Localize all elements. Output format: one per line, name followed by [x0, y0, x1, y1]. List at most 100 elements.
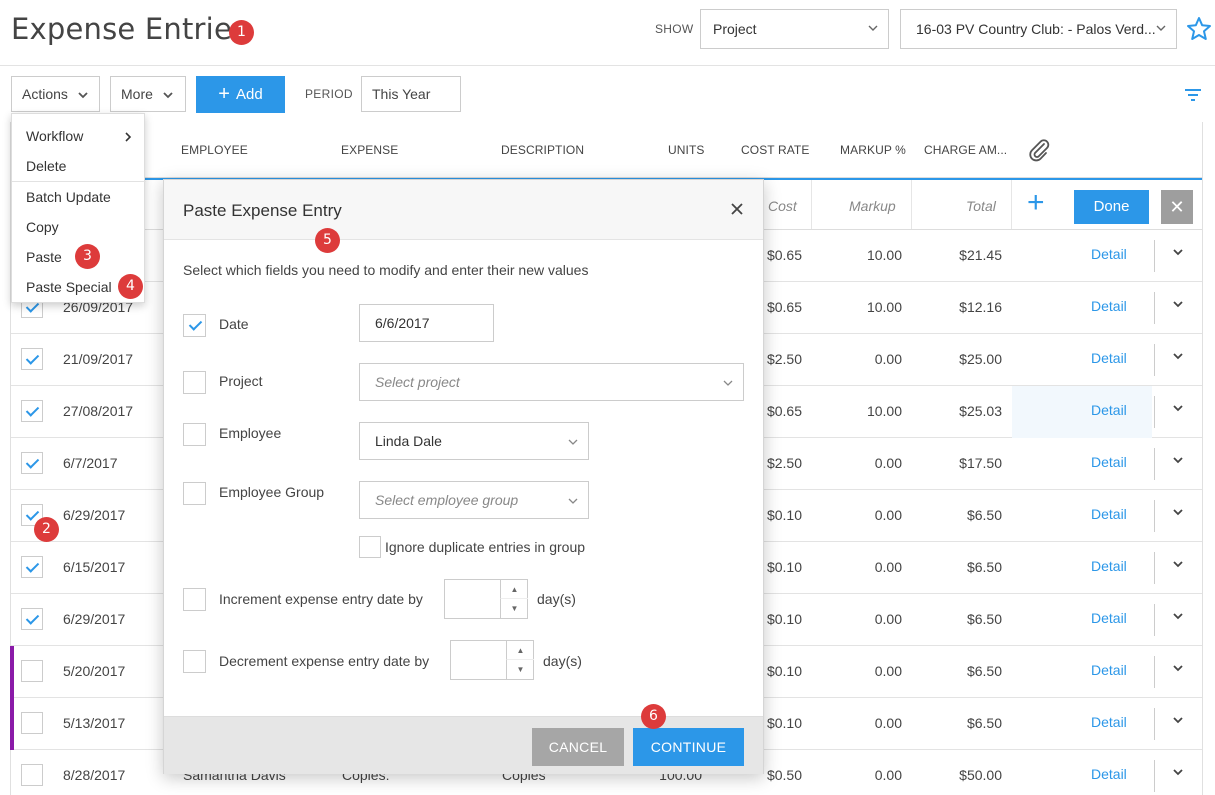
markup-placeholder[interactable]: Markup [849, 198, 896, 214]
ignore-duplicates-label: Ignore duplicate entries in group [385, 539, 586, 555]
employee-group-select[interactable]: Select employee group [359, 481, 589, 519]
continue-button[interactable]: CONTINUE [633, 728, 744, 766]
increment-checkbox[interactable] [183, 588, 206, 611]
chevron-down-icon[interactable] [1172, 716, 1184, 724]
employee-group-checkbox[interactable] [183, 482, 206, 505]
cost-placeholder[interactable]: Cost [768, 198, 797, 214]
markup-cell: 0.00 [874, 455, 902, 471]
show-select[interactable]: Project [700, 9, 889, 49]
project-checkbox[interactable] [183, 371, 206, 394]
detail-link[interactable]: Detail [1091, 766, 1127, 782]
row-checkbox[interactable] [21, 764, 43, 786]
row-checkbox[interactable] [21, 712, 43, 734]
row-checkbox[interactable] [21, 452, 43, 474]
menu-item-paste[interactable]: Paste [26, 249, 62, 265]
project-select-value: 16-03 PV Country Club: - Palos Verd... [916, 21, 1156, 37]
detail-link[interactable]: Detail [1091, 558, 1127, 574]
chevron-down-icon[interactable] [1172, 768, 1184, 776]
stepper-up-icon[interactable]: ▲ [500, 580, 528, 599]
detail-link[interactable]: Detail [1091, 298, 1127, 314]
ignore-duplicates-checkbox[interactable] [359, 536, 381, 558]
period-select[interactable]: This Year [361, 76, 461, 133]
decrement-unit: day(s) [543, 653, 582, 669]
add-row-icon[interactable]: + [1027, 188, 1045, 218]
close-icon[interactable] [730, 202, 744, 216]
row-checkbox[interactable] [21, 348, 43, 370]
col-expense[interactable]: EXPENSE [341, 143, 398, 157]
divider [1154, 552, 1155, 584]
menu-item-copy[interactable]: Copy [26, 219, 59, 235]
detail-link[interactable]: Detail [1091, 714, 1127, 730]
detail-link[interactable]: Detail [1091, 402, 1127, 418]
total-placeholder[interactable]: Total [966, 198, 996, 214]
employee-group-label: Employee Group [219, 484, 325, 500]
chevron-down-icon[interactable] [1172, 404, 1184, 412]
date-field[interactable]: 6/6/2017 [359, 304, 494, 342]
dialog-description: Select which fields you need to modify a… [183, 262, 589, 278]
divider [1154, 396, 1155, 428]
markup-cell: 10.00 [866, 247, 902, 263]
chevron-down-icon[interactable] [1172, 456, 1184, 464]
row-checkbox[interactable] [21, 660, 43, 682]
detail-link[interactable]: Detail [1091, 506, 1127, 522]
chevron-down-icon[interactable] [1172, 352, 1184, 360]
date-cell: 21/09/2017 [63, 351, 134, 367]
toolbar: Actions More + Add PERIOD This Year [0, 66, 1215, 133]
decrement-checkbox[interactable] [183, 650, 206, 673]
total-cell: $6.50 [966, 663, 1002, 679]
chevron-down-icon[interactable] [1172, 664, 1184, 672]
date-cell: 6/29/2017 [63, 507, 126, 523]
detail-link[interactable]: Detail [1091, 662, 1127, 678]
paperclip-icon [1029, 139, 1050, 162]
row-checkbox[interactable] [21, 400, 43, 422]
decrement-stepper[interactable]: ▲ ▼ [450, 640, 534, 680]
star-icon[interactable] [1186, 16, 1212, 42]
done-button[interactable]: Done [1074, 190, 1149, 224]
menu-item-workflow[interactable]: Workflow [26, 128, 83, 144]
chevron-down-icon[interactable] [1172, 560, 1184, 568]
stepper-down-icon[interactable]: ▼ [506, 660, 534, 679]
more-button[interactable]: More [110, 76, 186, 112]
stepper-down-icon[interactable]: ▼ [500, 599, 528, 618]
menu-item-batch-update[interactable]: Batch Update [26, 189, 111, 205]
increment-stepper[interactable]: ▲ ▼ [444, 579, 528, 619]
page-header: Expense Entries 1 SHOW Project 16-03 PV … [0, 0, 1215, 66]
show-label: SHOW [655, 22, 694, 36]
chevron-down-icon[interactable] [1172, 300, 1184, 308]
employee-checkbox[interactable] [183, 423, 206, 446]
chevron-down-icon[interactable] [1172, 612, 1184, 620]
row-checkbox[interactable] [21, 608, 43, 630]
detail-link[interactable]: Detail [1091, 610, 1127, 626]
project-label: Project [219, 373, 263, 389]
cancel-button[interactable]: CANCEL [532, 728, 624, 766]
filter-icon[interactable] [1184, 88, 1202, 102]
step-badge-2: 2 [34, 517, 59, 542]
chevron-down-icon[interactable] [1172, 248, 1184, 256]
col-cost-rate[interactable]: COST RATE [741, 143, 809, 157]
actions-button[interactable]: Actions [11, 76, 100, 112]
detail-link[interactable]: Detail [1091, 454, 1127, 470]
col-units[interactable]: UNITS [668, 143, 705, 157]
menu-item-delete[interactable]: Delete [26, 158, 66, 174]
menu-item-paste-special[interactable]: Paste Special [26, 279, 112, 295]
divider [1154, 708, 1155, 740]
chevron-down-icon[interactable] [1172, 508, 1184, 516]
date-checkbox[interactable] [183, 314, 206, 337]
col-markup[interactable]: MARKUP % [840, 143, 906, 157]
divider [1154, 760, 1155, 792]
chevron-down-icon [78, 92, 88, 99]
detail-link[interactable]: Detail [1091, 246, 1127, 262]
employee-select[interactable]: Linda Dale [359, 422, 589, 460]
col-description[interactable]: DESCRIPTION [501, 143, 584, 157]
project-select[interactable]: 16-03 PV Country Club: - Palos Verd... [900, 9, 1177, 49]
row-checkbox[interactable] [21, 556, 43, 578]
add-button[interactable]: + Add [196, 76, 285, 113]
stepper-up-icon[interactable]: ▲ [506, 641, 534, 660]
markup-cell: 0.00 [874, 715, 902, 731]
detail-link[interactable]: Detail [1091, 350, 1127, 366]
col-charge[interactable]: CHARGE AM... [924, 143, 1007, 157]
paste-expense-dialog: Paste Expense Entry 5 Select which field… [163, 179, 764, 774]
close-icon[interactable]: ✕ [1161, 190, 1193, 224]
col-employee[interactable]: EMPLOYEE [181, 143, 248, 157]
project-select[interactable]: Select project [359, 363, 744, 401]
